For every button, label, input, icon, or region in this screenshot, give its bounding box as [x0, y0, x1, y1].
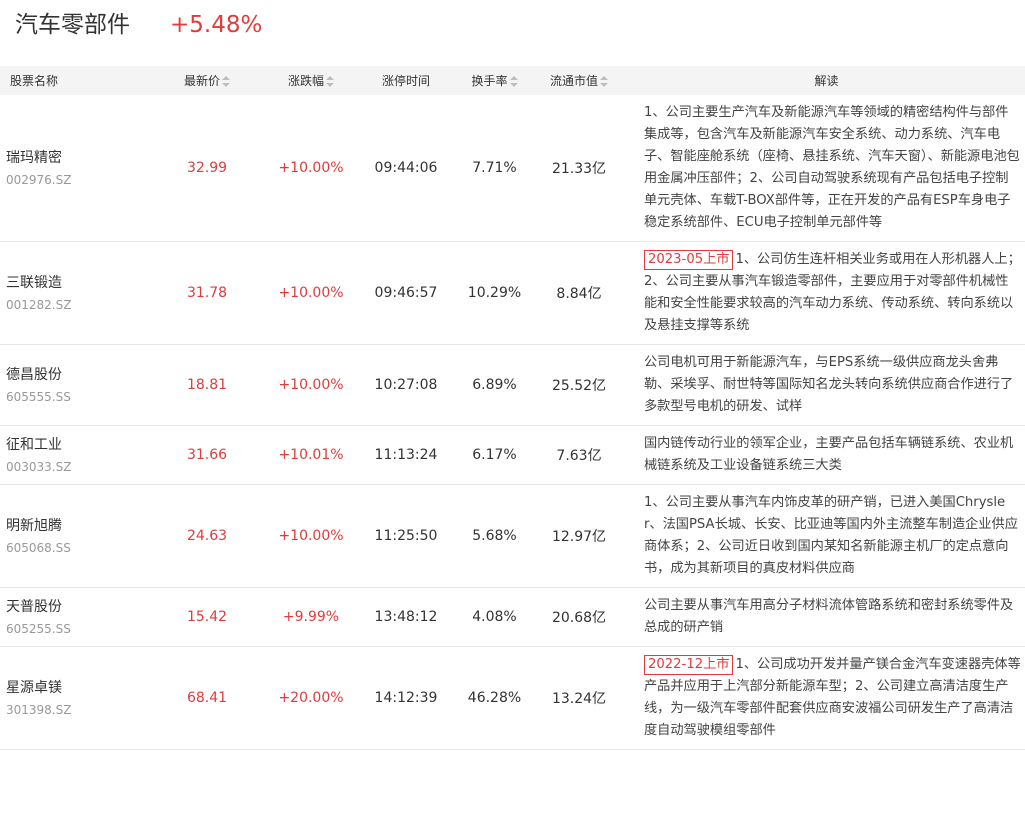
table-row[interactable]: 星源卓镁 301398.SZ 68.41 +20.00% 14:12:39 46.…: [0, 647, 1025, 750]
stock-name[interactable]: 德昌股份: [6, 365, 145, 385]
turnover-cell: 6.89%: [472, 377, 517, 393]
turnover-cell: 7.71%: [472, 160, 517, 176]
desc-cell: 1、公司主要生产汽车及新能源汽车等领域的精密结构件与部件集成等，包含汽车及新能源…: [628, 95, 1025, 242]
desc-text: 国内链传动行业的领军企业，主要产品包括车辆链系统、农业机械链系统及工业设备链系统…: [644, 436, 1014, 473]
limit-time-cell: 09:46:57: [374, 285, 438, 301]
desc-cell: 2023-05上市 1、公司仿生连杆相关业务或用在人形机器人上；2、公司主要从事汽…: [628, 242, 1025, 345]
stock-name[interactable]: 天普股份: [6, 597, 145, 617]
stock-code: 001282.SZ: [6, 297, 72, 312]
stock-name-cell[interactable]: 德昌股份 605555.SS: [0, 345, 145, 426]
desc-cell: 公司主要从事汽车用高分子材料流体管路系统和密封系统零件及总成的研产销: [628, 588, 1025, 647]
desc-cell: 公司电机可用于新能源汽车，与EPS系统一级供应商龙头舍弗勒、采埃孚、耐世特等国际…: [628, 345, 1025, 426]
sort-icon[interactable]: [222, 76, 230, 87]
change-cell: +10.00%: [278, 377, 344, 393]
market-cap-cell: 13.24亿: [551, 691, 607, 707]
limit-time-cell: 09:44:06: [374, 160, 438, 176]
stock-code: 002976.SZ: [6, 172, 72, 187]
turnover-cell: 10.29%: [467, 285, 522, 301]
price-cell: 24.63: [186, 528, 228, 544]
desc-text: 公司电机可用于新能源汽车，与EPS系统一级供应商龙头舍弗勒、采埃孚、耐世特等国际…: [644, 355, 1014, 414]
stock-name-cell[interactable]: 星源卓镁 301398.SZ: [0, 647, 145, 750]
desc-text: 1、公司主要生产汽车及新能源汽车等领域的精密结构件与部件集成等，包含汽车及新能源…: [644, 105, 1020, 230]
column-header-limit-time: 涨停时间: [381, 74, 430, 88]
column-header-name: 股票名称: [10, 74, 59, 88]
desc-cell: 2022-12上市 1、公司成功开发并量产镁合金汽车变速器壳体等产品并应用于上汽部…: [628, 647, 1025, 750]
desc-cell: 国内链传动行业的领军企业，主要产品包括车辆链系统、农业机械链系统及工业设备链系统…: [628, 426, 1025, 485]
stock-code: 003033.SZ: [6, 459, 72, 474]
column-header-change[interactable]: 涨跌幅: [269, 66, 353, 95]
price-cell: 31.78: [186, 285, 228, 301]
sector-title: 汽车零部件: [15, 12, 130, 38]
table-row[interactable]: 明新旭腾 605068.SS 24.63 +10.00% 11:25:50 5.6…: [0, 485, 1025, 588]
stock-code: 301398.SZ: [6, 702, 72, 717]
stock-name-cell[interactable]: 征和工业 003033.SZ: [0, 426, 145, 485]
table-row[interactable]: 德昌股份 605555.SS 18.81 +10.00% 10:27:08 6.8…: [0, 345, 1025, 426]
listing-date-badge: 2022-12上市: [644, 655, 734, 675]
market-cap-cell: 20.68亿: [551, 610, 607, 626]
change-cell: +20.00%: [278, 690, 344, 706]
table-header-row: 股票名称 最新价 涨跌幅 涨停时间 换手率 流通市值 解读: [0, 66, 1025, 95]
sort-icon[interactable]: [509, 76, 518, 87]
market-cap-cell: 8.84亿: [556, 286, 602, 302]
stock-name[interactable]: 星源卓镁: [6, 678, 145, 698]
stock-name[interactable]: 三联锻造: [6, 273, 145, 293]
price-cell: 32.99: [186, 160, 228, 176]
column-header-market-cap[interactable]: 流通市值: [530, 66, 628, 95]
sort-icon[interactable]: [326, 76, 334, 87]
table-row[interactable]: 三联锻造 001282.SZ 31.78 +10.00% 09:46:57 10.…: [0, 242, 1025, 345]
table-row[interactable]: 征和工业 003033.SZ 31.66 +10.01% 11:13:24 6.1…: [0, 426, 1025, 485]
stock-table: 股票名称 最新价 涨跌幅 涨停时间 换手率 流通市值 解读 瑞玛精密 002976…: [0, 66, 1025, 750]
sort-icon[interactable]: [600, 76, 608, 87]
stock-code: 605555.SS: [6, 389, 71, 404]
listing-date-badge: 2023-05上市: [644, 250, 734, 270]
change-cell: +10.00%: [278, 285, 344, 301]
limit-time-cell: 14:12:39: [374, 690, 438, 706]
turnover-cell: 46.28%: [467, 690, 522, 706]
desc-text: 公司主要从事汽车用高分子材料流体管路系统和密封系统零件及总成的研产销: [644, 598, 1014, 635]
price-cell: 15.42: [186, 609, 228, 625]
limit-time-cell: 11:13:24: [374, 447, 438, 463]
stock-name[interactable]: 征和工业: [6, 435, 145, 455]
limit-time-cell: 10:27:08: [374, 377, 438, 393]
turnover-cell: 4.08%: [472, 609, 517, 625]
market-cap-cell: 12.97亿: [551, 529, 607, 545]
change-cell: +10.00%: [278, 160, 344, 176]
table-row[interactable]: 天普股份 605255.SS 15.42 +9.99% 13:48:12 4.08…: [0, 588, 1025, 647]
market-cap-cell: 21.33亿: [551, 161, 607, 177]
stock-code: 605068.SS: [6, 540, 71, 555]
turnover-cell: 5.68%: [472, 528, 517, 544]
desc-text: 1、公司主要从事汽车内饰皮革的研产销，已进入美国Chrysler、法国PSA长城…: [644, 495, 1018, 576]
stock-name-cell[interactable]: 明新旭腾 605068.SS: [0, 485, 145, 588]
price-cell: 31.66: [186, 447, 228, 463]
stock-name-cell[interactable]: 天普股份 605255.SS: [0, 588, 145, 647]
limit-time-cell: 11:25:50: [374, 528, 438, 544]
desc-cell: 1、公司主要从事汽车内饰皮革的研产销，已进入美国Chrysler、法国PSA长城…: [628, 485, 1025, 588]
turnover-cell: 6.17%: [472, 447, 517, 463]
stock-name-cell[interactable]: 三联锻造 001282.SZ: [0, 242, 145, 345]
column-header-desc: 解读: [814, 74, 839, 88]
price-cell: 68.41: [186, 690, 228, 706]
column-header-price[interactable]: 最新价: [145, 66, 269, 95]
stock-name[interactable]: 瑞玛精密: [6, 148, 145, 168]
table-row[interactable]: 瑞玛精密 002976.SZ 32.99 +10.00% 09:44:06 7.7…: [0, 95, 1025, 242]
market-cap-cell: 25.52亿: [551, 378, 607, 394]
stock-name[interactable]: 明新旭腾: [6, 516, 145, 536]
sector-change: +5.48%: [170, 12, 263, 38]
stock-name-cell[interactable]: 瑞玛精密 002976.SZ: [0, 95, 145, 242]
change-cell: +10.01%: [278, 447, 344, 463]
column-header-turnover[interactable]: 换手率: [459, 66, 530, 95]
market-cap-cell: 7.63亿: [556, 448, 602, 464]
change-cell: +9.99%: [282, 609, 340, 625]
price-cell: 18.81: [186, 377, 228, 393]
sector-header: 汽车零部件 +5.48%: [0, 0, 1025, 66]
change-cell: +10.00%: [278, 528, 344, 544]
stock-code: 605255.SS: [6, 621, 71, 636]
limit-time-cell: 13:48:12: [374, 609, 438, 625]
